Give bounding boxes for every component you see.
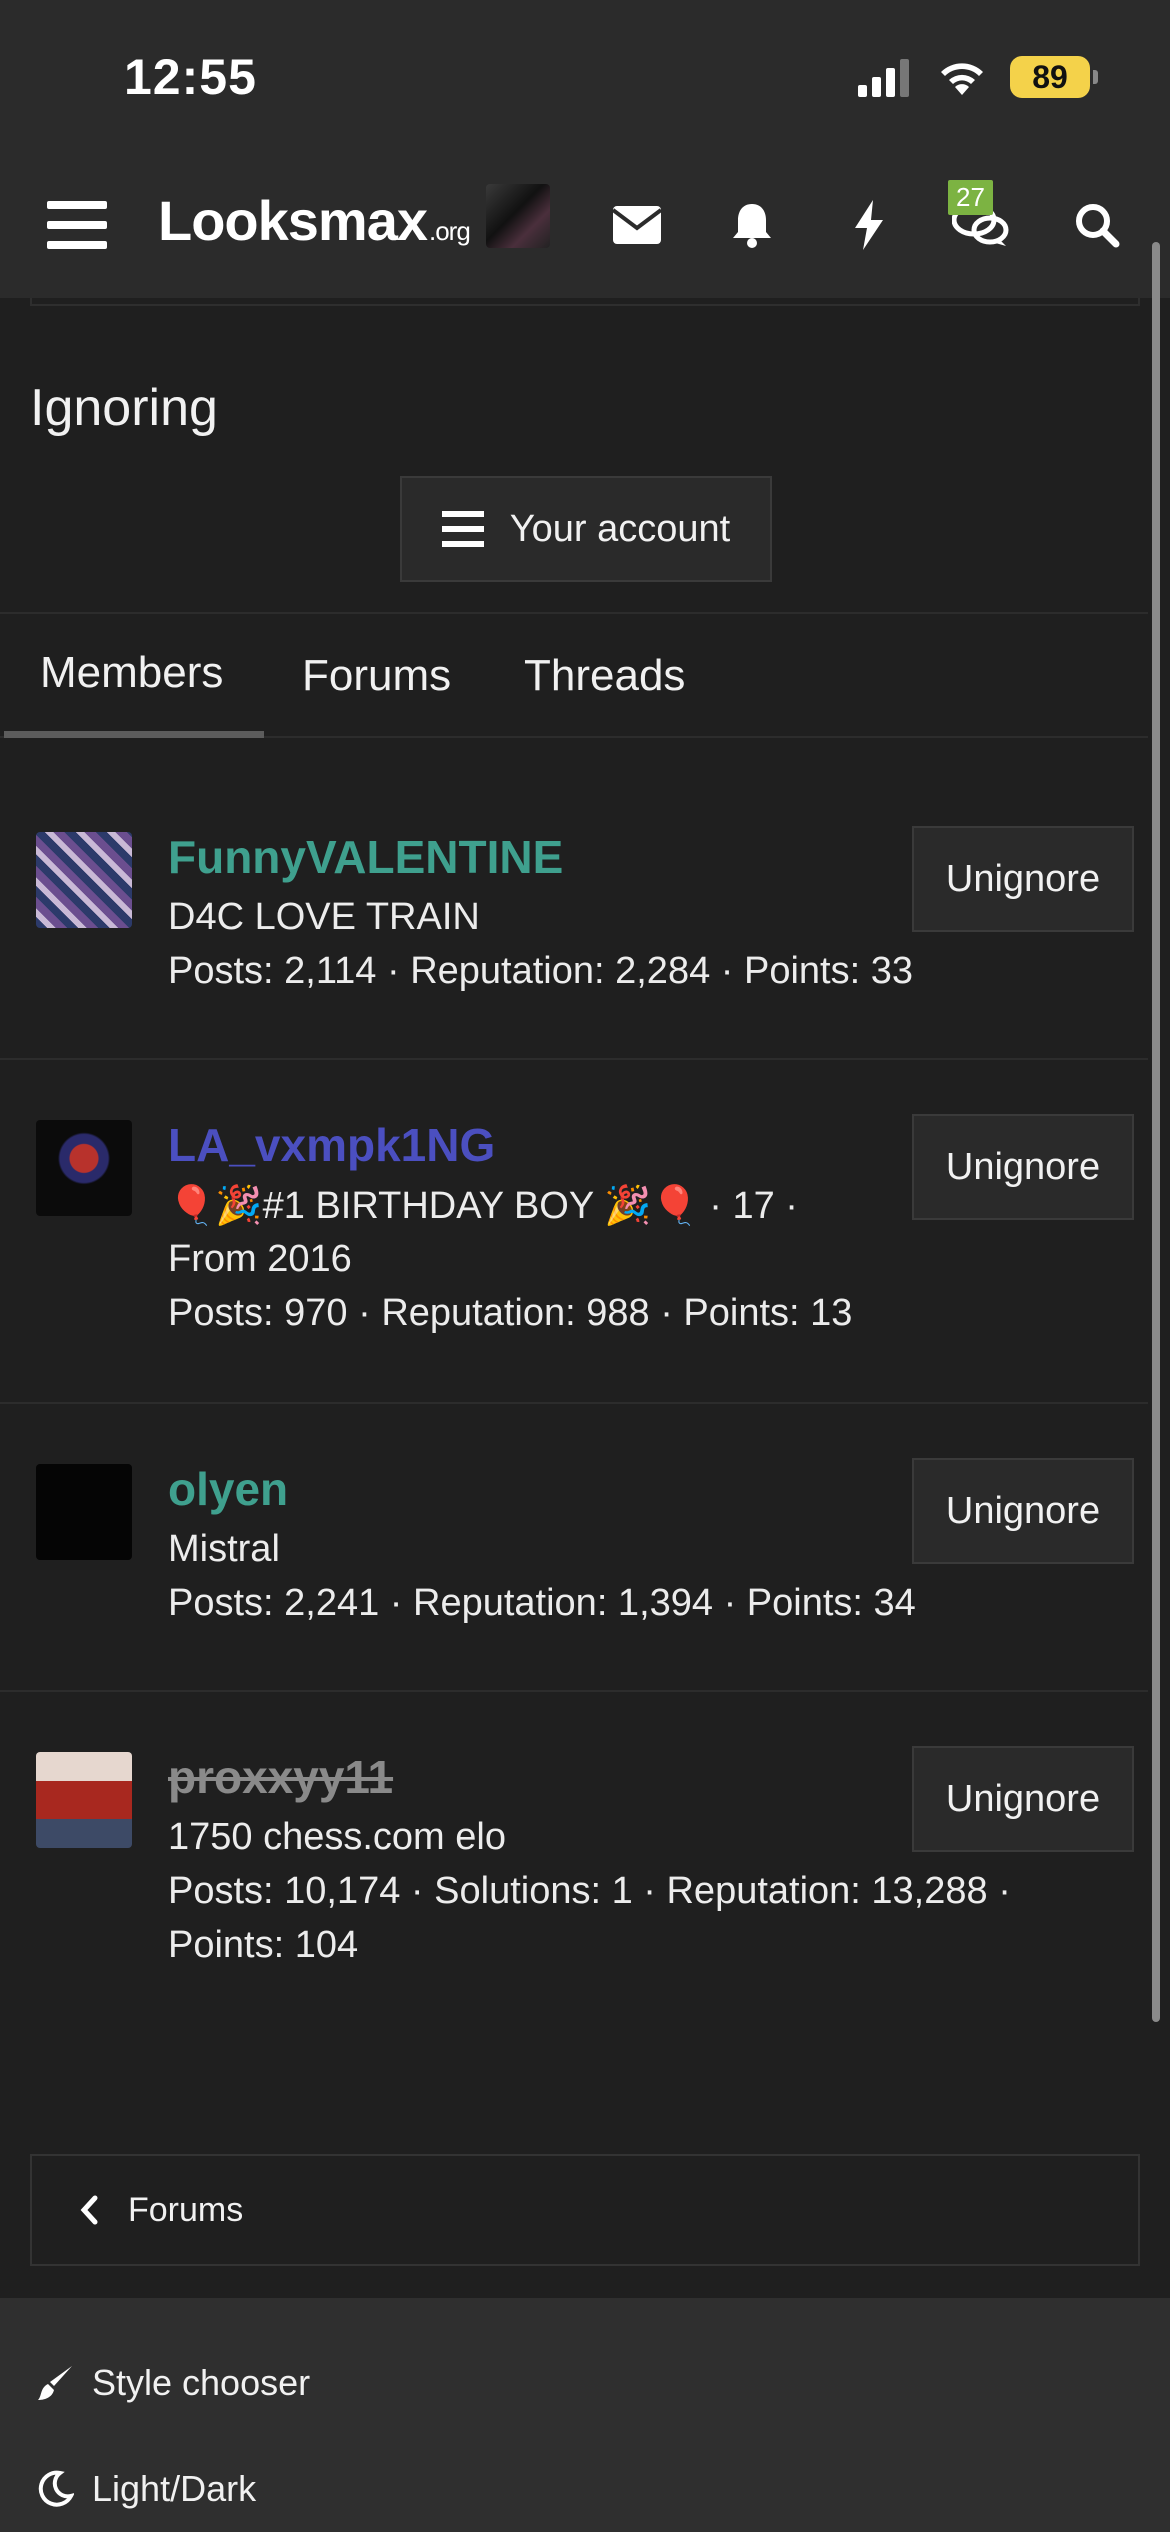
menu-icon — [47, 201, 107, 249]
search-icon — [1076, 204, 1120, 248]
search-button[interactable] — [1052, 180, 1142, 270]
member-name[interactable]: LA_vxmpk1NG — [168, 1118, 495, 1172]
bell-icon — [733, 204, 771, 248]
member-name[interactable]: olyen — [168, 1462, 288, 1516]
tab-threads[interactable]: Threads — [488, 614, 721, 738]
page-title: Ignoring — [30, 379, 218, 437]
avatar[interactable] — [36, 832, 132, 928]
unignore-button[interactable]: Unignore — [912, 1114, 1134, 1220]
list-item: FunnyVALENTINE D4C LOVE TRAIN Posts: 2,1… — [0, 740, 1148, 1060]
tab-forums[interactable]: Forums — [266, 614, 487, 738]
member-stats: Posts: 970 · Reputation: 988 · Points: 1… — [168, 1292, 853, 1334]
member-title: 1750 chess.com elo — [168, 1816, 506, 1858]
member-stats: Posts: 2,241 · Reputation: 1,394 · Point… — [168, 1582, 916, 1624]
forums-back-label: Forums — [128, 2190, 244, 2229]
member-points: Points: 104 — [168, 1924, 359, 1966]
breadcrumb-strip — [30, 298, 1140, 306]
site-logo[interactable]: Looksmax .org — [158, 188, 471, 253]
inbox-button[interactable] — [592, 180, 682, 270]
member-stats: Posts: 2,114 · Reputation: 2,284 · Point… — [168, 950, 913, 992]
unignore-button[interactable]: Unignore — [912, 1746, 1134, 1852]
alerts-button[interactable] — [707, 180, 797, 270]
status-icons: 89 — [858, 52, 1098, 102]
moon-icon — [38, 2470, 74, 2507]
footer: Style chooser Light/Dark — [0, 2298, 1170, 2532]
status-time: 12:55 — [124, 49, 257, 105]
avatar[interactable] — [36, 1120, 132, 1216]
your-account-button[interactable]: Your account — [400, 476, 772, 582]
logo-text: Looksmax — [158, 189, 428, 252]
member-title: Mistral — [168, 1528, 280, 1570]
brush-icon — [38, 2366, 72, 2400]
battery-indicator: 89 — [1010, 56, 1098, 98]
menu-button[interactable] — [32, 180, 122, 270]
bolt-icon — [855, 200, 883, 250]
whats-new-button[interactable] — [824, 180, 914, 270]
member-name[interactable]: proxxyy11 — [168, 1750, 393, 1804]
avatar[interactable] — [36, 1464, 132, 1560]
ignore-tabs: Members Forums Threads — [0, 614, 1148, 738]
user-avatar[interactable] — [486, 184, 550, 248]
signal-icon — [858, 59, 909, 97]
unignore-button[interactable]: Unignore — [912, 826, 1134, 932]
logo-suffix: .org — [429, 216, 471, 246]
wifi-icon — [941, 63, 983, 95]
menu-icon — [441, 511, 484, 547]
chat-badge: 27 — [948, 180, 993, 215]
forums-back-link[interactable]: Forums — [30, 2154, 1140, 2266]
page-scrollbar[interactable] — [1152, 242, 1160, 2022]
list-item: olyen Mistral Posts: 2,241 · Reputation:… — [0, 1404, 1148, 1692]
chevron-left-icon — [80, 2195, 98, 2225]
status-bar: 12:55 89 — [0, 0, 1170, 150]
list-item: proxxyy11 1750 chess.com elo Posts: 10,1… — [0, 1692, 1148, 2012]
envelope-icon — [613, 206, 661, 244]
light-dark-toggle[interactable]: Light/Dark — [36, 2468, 256, 2510]
avatar[interactable] — [36, 1752, 132, 1848]
member-stats: Posts: 10,174 · Solutions: 1 · Reputatio… — [168, 1870, 1011, 1912]
unignore-button[interactable]: Unignore — [912, 1458, 1134, 1564]
style-chooser-label: Style chooser — [92, 2362, 311, 2403]
member-title: D4C LOVE TRAIN — [168, 896, 480, 938]
top-navbar: Looksmax .org 27 — [0, 150, 1170, 298]
member-name[interactable]: FunnyVALENTINE — [168, 830, 563, 884]
style-chooser-link[interactable]: Style chooser — [36, 2362, 310, 2404]
tab-members[interactable]: Members — [4, 614, 264, 738]
light-dark-label: Light/Dark — [92, 2468, 257, 2509]
member-location: From 2016 — [168, 1238, 352, 1280]
your-account-label: Your account — [509, 507, 731, 550]
list-item: LA_vxmpk1NG 🎈🎉#1 BIRTHDAY BOY 🎉🎈 · 17 · … — [0, 1060, 1148, 1404]
member-title: 🎈🎉#1 BIRTHDAY BOY 🎉🎈 · 17 · — [168, 1185, 798, 1227]
